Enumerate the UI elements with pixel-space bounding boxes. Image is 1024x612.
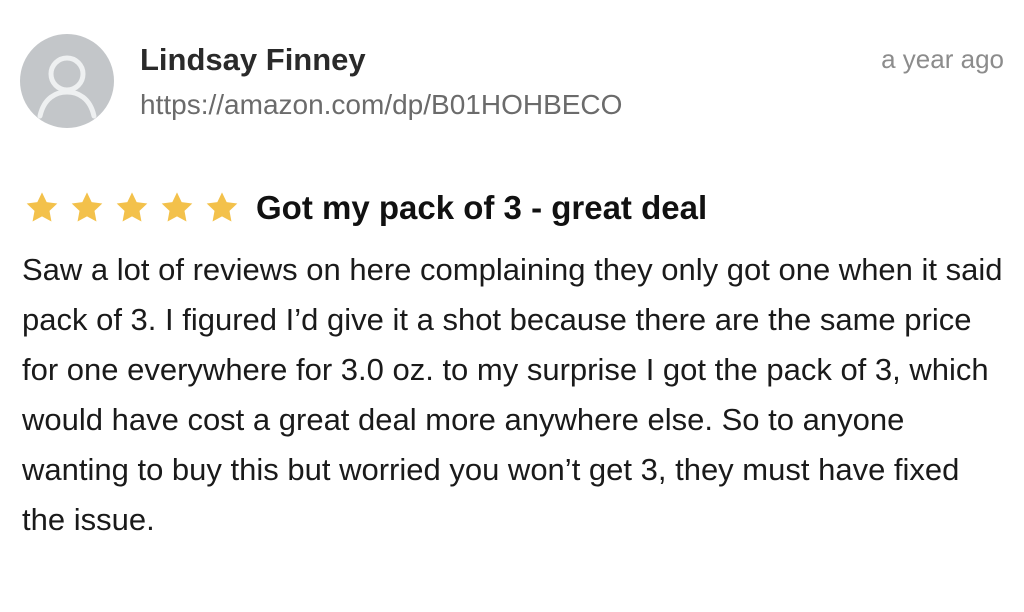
review-timestamp: a year ago: [881, 44, 1004, 74]
review-title: Got my pack of 3 - great deal: [256, 189, 708, 226]
reviewer-name: Lindsay Finney: [140, 42, 366, 77]
star-icon: [69, 190, 105, 226]
source-link[interactable]: https://amazon.com/dp/B01HOHBECO: [140, 89, 622, 121]
user-silhouette-icon: [37, 55, 97, 119]
avatar[interactable]: [20, 34, 114, 128]
star-icon: [24, 190, 60, 226]
star-rating: [24, 190, 249, 226]
star-icon: [159, 190, 195, 226]
rating-row: Got my pack of 3 - great deal: [24, 184, 707, 232]
review-body: Saw a lot of reviews on here complaining…: [22, 252, 1003, 537]
star-icon: [114, 190, 150, 226]
star-icon: [204, 190, 240, 226]
